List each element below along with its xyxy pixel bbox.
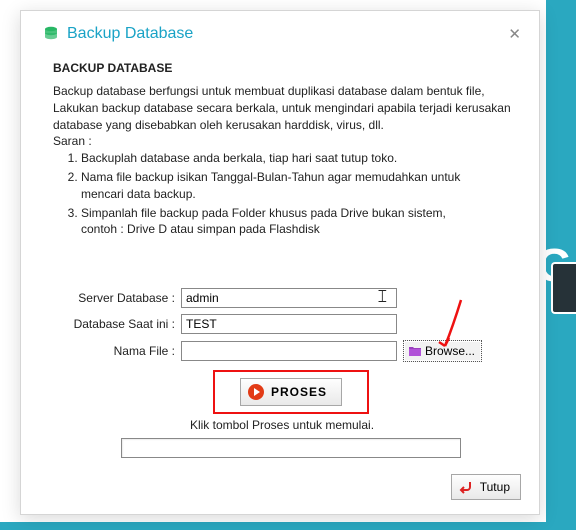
database-icon xyxy=(43,26,59,42)
play-icon xyxy=(247,383,265,401)
backup-dialog: Backup Database ✕ BACKUP DATABASE Backup… xyxy=(20,10,540,515)
tip-text: Backuplah database anda berkala, tiap ha… xyxy=(81,151,397,165)
background-dark-slab xyxy=(551,262,576,314)
proses-highlight: PROSES xyxy=(213,370,369,414)
hint-text: Klik tombol Proses untuk memulai. xyxy=(43,418,521,432)
tip-item: Nama file backup isikan Tanggal-Bulan-Ta… xyxy=(81,169,517,203)
desc-line: database yang disebabkan oleh kerusakan … xyxy=(53,117,517,134)
background-right: G xyxy=(546,0,576,530)
desc-line: Backup database berfungsi untuk membuat … xyxy=(53,83,517,100)
current-database-input[interactable] xyxy=(181,314,397,334)
filename-input[interactable] xyxy=(181,341,397,361)
tip-text: contoh : Drive D atau simpan pada Flashd… xyxy=(81,222,320,236)
tip-text: Nama file backup isikan Tanggal-Bulan-Ta… xyxy=(81,170,460,184)
dialog-title: Backup Database xyxy=(67,25,193,43)
background-bottom xyxy=(0,522,576,530)
tip-item: Backuplah database anda berkala, tiap ha… xyxy=(81,150,517,167)
folder-icon xyxy=(408,345,422,357)
database-label: Database Saat ini : xyxy=(43,317,181,331)
close-icon[interactable]: ✕ xyxy=(508,27,521,42)
form-area: 𝙸 Server Database : Database Saat ini : … xyxy=(43,288,521,458)
tip-text: Simpanlah file backup pada Folder khusus… xyxy=(81,206,446,220)
tip-item: Simpanlah file backup pada Folder khusus… xyxy=(81,205,517,239)
desc-line: Saran : xyxy=(53,133,517,150)
browse-label: Browse... xyxy=(425,344,475,358)
dialog-header: Backup Database ✕ xyxy=(43,25,521,51)
proses-button[interactable]: PROSES xyxy=(240,378,342,406)
description: Backup database berfungsi untuk membuat … xyxy=(53,83,517,238)
server-database-input[interactable] xyxy=(181,288,397,308)
browse-button[interactable]: Browse... xyxy=(403,340,482,362)
tip-text: mencari data backup. xyxy=(81,187,196,201)
proses-label: PROSES xyxy=(271,385,327,399)
server-label: Server Database : xyxy=(43,291,181,305)
tutup-button[interactable]: Tutup xyxy=(451,474,521,500)
filename-label: Nama File : xyxy=(43,344,181,358)
return-icon xyxy=(458,480,474,494)
tutup-label: Tutup xyxy=(480,480,510,494)
progress-bar xyxy=(121,438,461,458)
section-heading: BACKUP DATABASE xyxy=(53,61,521,75)
desc-line: Lakukan backup database secara berkala, … xyxy=(53,100,517,117)
